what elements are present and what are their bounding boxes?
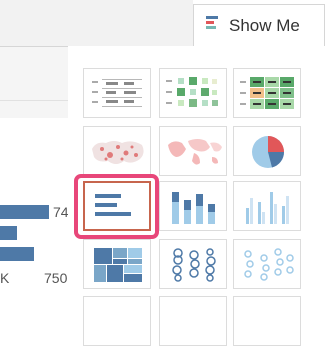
chart-type-row5-b[interactable] — [159, 296, 227, 346]
bar-mark — [0, 226, 17, 240]
stacked-bars-icon — [172, 192, 215, 224]
chart-type-side-by-side-circles[interactable] — [233, 239, 301, 289]
filled-map-icon — [168, 139, 222, 165]
chart-type-filled-map[interactable] — [159, 126, 227, 176]
toolbar-area — [0, 0, 193, 47]
show-me-panel — [68, 46, 325, 346]
bar-value-label: 74 — [53, 204, 69, 220]
bar-mark — [0, 205, 49, 219]
side-by-side-circles-icon — [244, 248, 294, 281]
bar-mark — [0, 247, 34, 261]
show-me-tab[interactable]: Show Me — [193, 4, 325, 46]
chart-type-symbol-map[interactable] — [83, 126, 151, 176]
axis-tick-label: 750 — [44, 270, 68, 286]
side-by-side-bars-icon — [246, 192, 289, 224]
axis-tick-label: K — [0, 270, 10, 286]
horizontal-bars-icon — [95, 194, 131, 216]
chart-type-treemap[interactable] — [83, 239, 151, 289]
chart-type-row5-c[interactable] — [233, 296, 301, 346]
chart-canvas: 74 K 750 — [0, 118, 69, 311]
chart-type-row5-a[interactable] — [83, 296, 151, 346]
circle-views-icon — [172, 248, 216, 282]
chart-type-side-by-side-bars[interactable] — [233, 181, 301, 231]
heat-map-icon — [166, 77, 218, 107]
shelf-divider — [0, 100, 68, 101]
text-table-icon — [92, 79, 142, 107]
chart-type-horizontal-bars[interactable] — [83, 181, 151, 231]
show-me-label: Show Me — [229, 15, 300, 35]
treemap-icon — [94, 248, 142, 282]
chart-type-pie-chart[interactable] — [233, 126, 301, 176]
chart-type-heat-map[interactable] — [159, 68, 227, 118]
show-me-icon — [206, 15, 220, 36]
pie-chart-icon — [252, 136, 284, 168]
symbol-map-icon — [92, 141, 144, 164]
chart-type-text-table[interactable] — [83, 68, 151, 118]
highlight-table-icon — [240, 77, 294, 109]
chart-type-highlight-table[interactable] — [233, 68, 301, 118]
chart-type-circle-views[interactable] — [159, 239, 227, 289]
chart-type-stacked-bars[interactable] — [159, 181, 227, 231]
